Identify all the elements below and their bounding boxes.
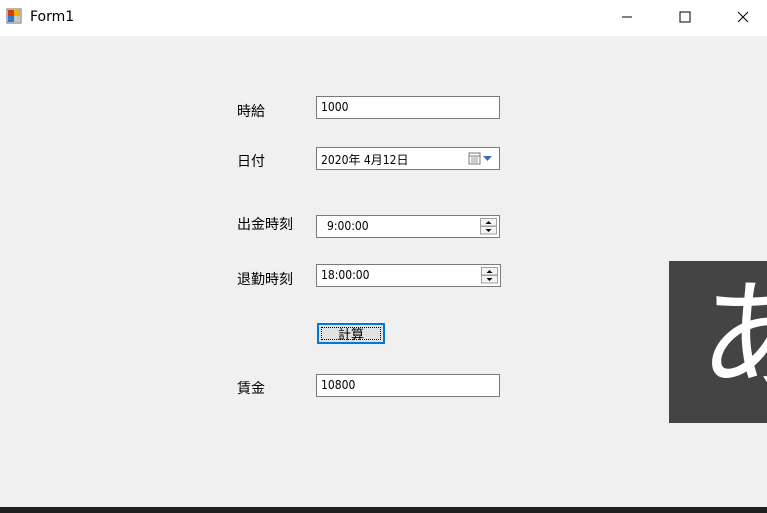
title-bar[interactable]: Form1 [0,0,767,36]
date-picker[interactable]: 2020年 4月12日 [316,147,500,170]
clock-in-spinner-icon[interactable] [480,218,497,235]
date-value: 2020年 4月12日 [321,153,409,167]
wage-input[interactable]: 1000 [316,96,500,119]
close-button[interactable] [720,0,766,34]
taskbar-edge [0,507,767,513]
maximize-button[interactable] [662,0,708,34]
maximize-icon [679,11,691,23]
clock-in-value: 9:00:00 [327,219,369,233]
minimize-button[interactable] [604,0,650,34]
clock-out-label: 退勤時刻 [237,272,293,288]
clock-in-picker[interactable]: 9:00:00 [316,215,500,238]
pay-label: 賃金 [237,381,265,397]
clock-out-value: 18:00:00 [321,268,370,282]
ime-hiragana-char: あ [699,268,767,407]
date-label: 日付 [237,154,265,170]
main-window: Form1 時給 1000 日付 2020年 4月12日 出金時刻 9:00:0… [0,0,767,513]
clock-in-label: 出金時刻 [237,217,293,233]
clock-out-picker[interactable]: 18:00:00 [316,264,501,287]
calculate-button[interactable]: 計算 [317,323,385,344]
minimize-icon [622,16,632,18]
calendar-dropdown-icon[interactable] [468,151,496,166]
clock-out-spinner-icon[interactable] [481,267,498,284]
wage-label: 時給 [237,104,265,120]
window-title: Form1 [30,9,75,25]
ime-mode-indicator: あ [669,261,767,423]
pay-output[interactable]: 10800 [316,374,500,397]
focus-rect [321,327,381,340]
app-icon [6,8,22,24]
close-icon [737,11,749,23]
